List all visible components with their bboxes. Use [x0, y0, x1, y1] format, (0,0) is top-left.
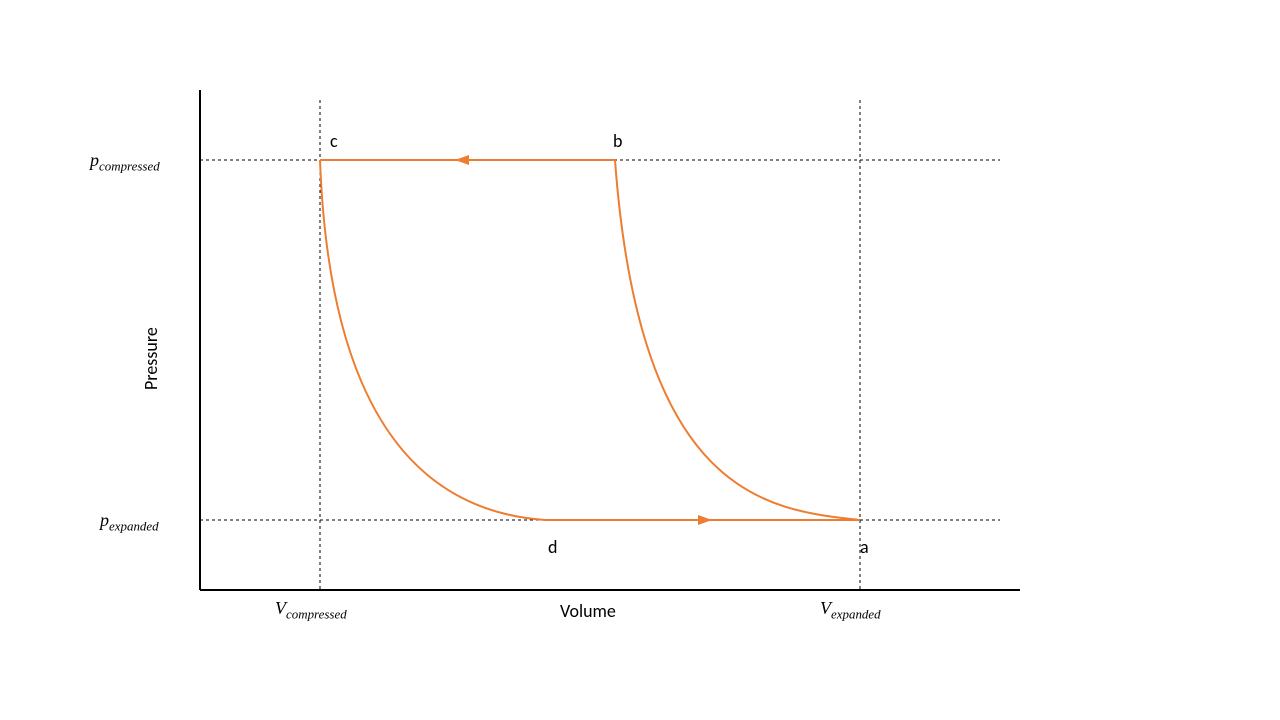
arrow-b-c	[455, 155, 469, 165]
v-compressed-v: V	[275, 598, 286, 618]
v-compressed-sub: compressed	[286, 607, 347, 622]
p-compressed-sub: compressed	[99, 159, 160, 174]
point-c: c	[330, 130, 338, 152]
xtick-v-expanded: Vexpanded	[820, 598, 881, 623]
ytick-p-compressed: pcompressed	[90, 150, 160, 175]
point-b: b	[613, 130, 622, 152]
p-expanded-p: p	[100, 510, 109, 530]
x-axis-label: Volume	[560, 600, 616, 622]
ytick-p-expanded: pexpanded	[100, 510, 159, 535]
point-d: d	[548, 536, 557, 558]
pv-diagram: Volume Pressure pcompressed pexpanded Vc…	[0, 0, 1280, 720]
v-expanded-sub: expanded	[831, 607, 881, 622]
point-a: a	[860, 536, 869, 558]
plot-svg	[0, 0, 1280, 720]
curve-c-d	[320, 160, 545, 520]
v-expanded-v: V	[820, 598, 831, 618]
xtick-v-compressed: Vcompressed	[275, 598, 347, 623]
p-compressed-p: p	[90, 150, 99, 170]
p-expanded-sub: expanded	[109, 519, 159, 534]
arrow-d-a	[698, 515, 712, 525]
curve-a-b	[615, 160, 860, 520]
y-axis-label: Pressure	[140, 327, 162, 390]
